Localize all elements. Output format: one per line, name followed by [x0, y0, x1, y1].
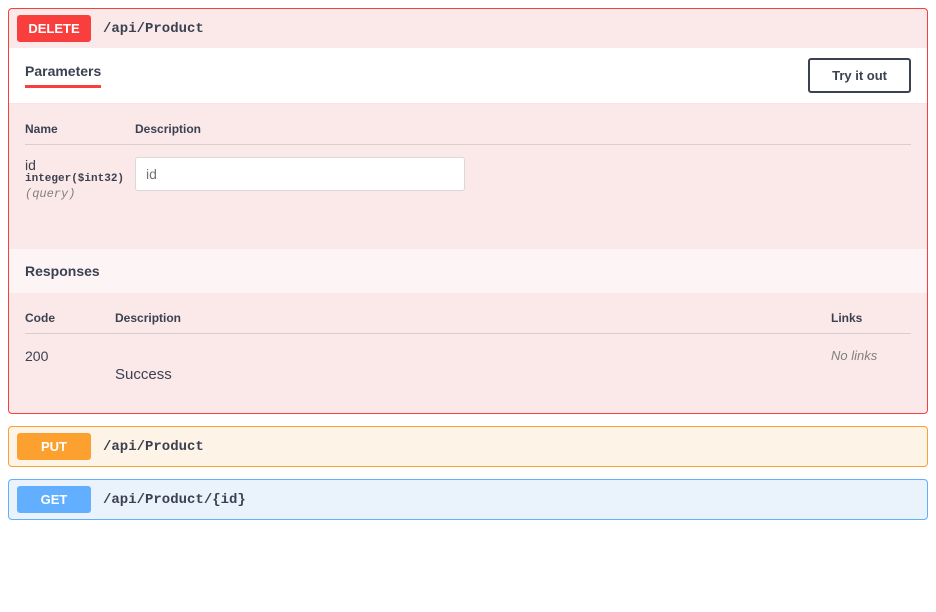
opblock-put: PUT /api/Product	[8, 426, 928, 467]
opblock-delete: DELETE /api/Product Parameters Try it ou…	[8, 8, 928, 414]
resp-description: Success	[115, 348, 831, 383]
responses-header: Responses	[9, 249, 927, 293]
param-desc-cell	[135, 157, 465, 191]
param-name-cell: id integer($int32) (query)	[25, 157, 135, 201]
param-type: integer($int32)	[25, 173, 135, 185]
param-name: id	[25, 157, 135, 173]
param-table-head: Name Description	[25, 122, 911, 145]
responses-title: Responses	[25, 263, 100, 279]
path-put: /api/Product	[103, 439, 204, 455]
parameters-header: Parameters Try it out	[9, 48, 927, 104]
path-delete: /api/Product	[103, 21, 204, 37]
method-badge-put: PUT	[17, 433, 91, 460]
resp-head-description: Description	[115, 311, 831, 325]
responses-container: Code Description Links 200 Success No li…	[9, 293, 927, 413]
try-it-out-button[interactable]: Try it out	[808, 58, 911, 93]
opblock-get: GET /api/Product/{id}	[8, 479, 928, 520]
resp-head-code: Code	[25, 311, 115, 325]
opblock-summary-get[interactable]: GET /api/Product/{id}	[9, 480, 927, 519]
parameters-title: Parameters	[25, 63, 101, 88]
opblock-summary-delete[interactable]: DELETE /api/Product	[9, 9, 927, 48]
parameters-container: Name Description id integer($int32) (que…	[9, 104, 927, 249]
method-badge-delete: DELETE	[17, 15, 91, 42]
param-row: id integer($int32) (query)	[25, 157, 911, 201]
opblock-body-delete: Parameters Try it out Name Description i…	[9, 48, 927, 413]
param-in: (query)	[25, 187, 135, 201]
resp-table-head: Code Description Links	[25, 311, 911, 334]
resp-links: No links	[831, 348, 911, 363]
path-get: /api/Product/{id}	[103, 492, 246, 508]
param-head-name: Name	[25, 122, 135, 136]
opblock-summary-put[interactable]: PUT /api/Product	[9, 427, 927, 466]
resp-head-links: Links	[831, 311, 911, 325]
resp-code: 200	[25, 348, 115, 364]
param-head-description: Description	[135, 122, 201, 136]
method-badge-get: GET	[17, 486, 91, 513]
resp-row: 200 Success No links	[25, 348, 911, 383]
param-id-input[interactable]	[135, 157, 465, 191]
